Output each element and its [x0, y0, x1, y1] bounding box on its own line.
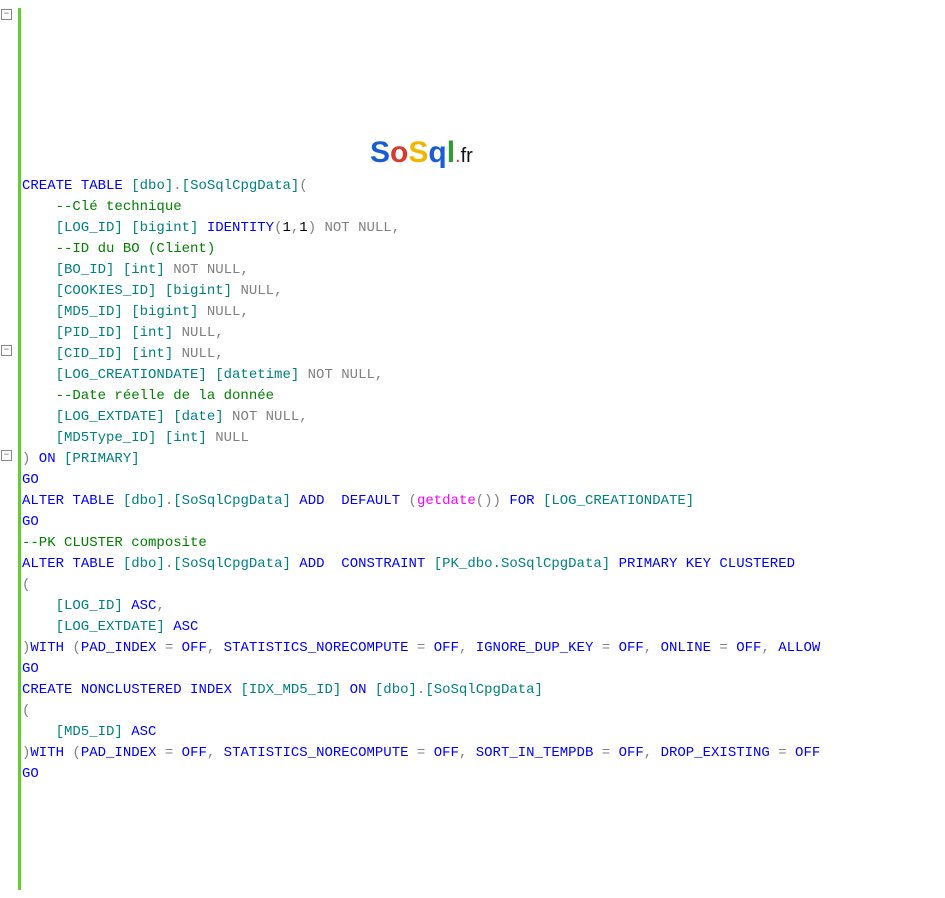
sql-code-block: CREATE TABLE [dbo].[SoSqlCpgData]( --Clé… — [22, 176, 945, 785]
fold-minus-icon[interactable]: − — [1, 345, 12, 356]
code-gutter: − − − — [0, 8, 21, 890]
sosql-logo: SoSql.fr — [370, 130, 473, 175]
fold-minus-icon[interactable]: − — [1, 9, 12, 20]
fold-minus-icon[interactable]: − — [1, 450, 12, 461]
